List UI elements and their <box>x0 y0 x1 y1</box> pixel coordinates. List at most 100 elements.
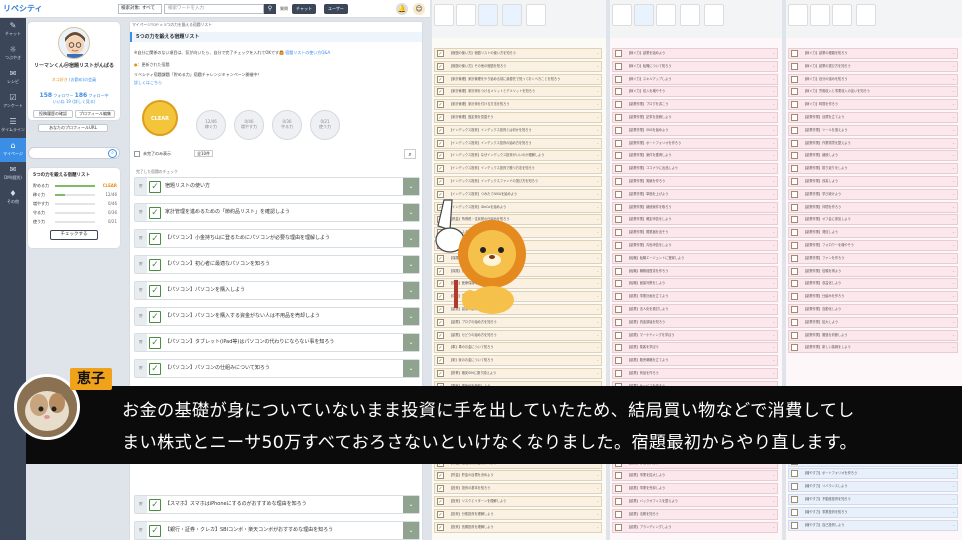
chevron-down-icon[interactable]: ⌄ <box>772 151 775 160</box>
chevron-down-icon[interactable]: ⌄ <box>772 369 775 378</box>
chevron-down-icon[interactable]: ⌄ <box>772 177 775 186</box>
homework-item[interactable]: 【転職】転職エージェントに登録しよう ⌄ <box>612 252 778 264</box>
item-checkbox[interactable] <box>615 152 622 160</box>
side-search-input[interactable]: ⌕ <box>28 147 120 159</box>
chevron-down-icon[interactable]: ⌄ <box>772 87 775 96</box>
chevron-down-icon[interactable]: ⌄ <box>952 49 955 58</box>
chevron-down-icon[interactable]: ⌄ <box>952 228 955 237</box>
chevron-down-icon[interactable]: ⌄ <box>952 508 955 517</box>
chevron-down-icon[interactable]: ⌄ <box>772 228 775 237</box>
homework-item[interactable]: ✓ 【インデックス投資】インデックス投資とは何かを知ろう ⌄ <box>434 124 602 136</box>
item-checkbox[interactable]: ✓ <box>437 472 444 480</box>
item-checkbox[interactable] <box>615 165 622 173</box>
chevron-down-icon[interactable]: ⌄ <box>772 267 775 276</box>
item-checkbox[interactable]: ✓ <box>437 126 444 134</box>
chevron-down-icon[interactable]: ⌄ <box>596 369 599 378</box>
item-checkbox[interactable] <box>615 114 622 121</box>
chevron-down-icon[interactable]: ⌄ <box>952 215 955 224</box>
homework-item[interactable]: 【起業】事業計画を立てよう ⌄ <box>612 291 778 303</box>
homework-title[interactable]: 【パソコン】パソコンの仕組みについて知ろう <box>165 360 270 377</box>
homework-row[interactable]: 貯 ✓ 【パソコン】パソコンを購入する資金がない人は不用品を売却しよう ⌄ <box>134 307 420 326</box>
homework-row[interactable]: 貯 ✓ 【パソコン】初心者に最適なパソコンを知ろう ⌄ <box>134 255 420 274</box>
chevron-down-icon[interactable]: ⌄ <box>772 254 775 263</box>
chevron-down-icon[interactable]: ⌄ <box>772 203 775 212</box>
chevron-down-icon[interactable]: ⌄ <box>596 241 599 250</box>
chevron-down-icon[interactable]: ⌄ <box>952 495 955 504</box>
item-checkbox[interactable] <box>615 101 622 109</box>
likes-detail-link[interactable]: (詳しく見る) <box>72 99 95 104</box>
expand-chevron-icon[interactable]: ⌄ <box>403 230 419 247</box>
homework-title[interactable]: 【銀行・証券・クレカ】SBIコンボ・楽天コンボがおすすめな理由を知ろう <box>165 522 333 539</box>
progress-badge[interactable]: 0/36 守る力 <box>272 110 302 140</box>
item-checkbox[interactable] <box>791 483 798 491</box>
item-checkbox[interactable] <box>791 293 798 301</box>
homework-item[interactable]: 【起業】集客を学ぼう ⌄ <box>612 342 778 354</box>
chevron-down-icon[interactable]: ⌄ <box>596 523 599 532</box>
chevron-down-icon[interactable]: ⌄ <box>772 510 775 519</box>
homework-item[interactable]: 【副業作業】収益化しよう ⌄ <box>788 278 958 290</box>
item-checkbox[interactable] <box>791 114 798 121</box>
homework-item[interactable]: 【副業作業】改善しよう ⌄ <box>788 176 958 187</box>
search-icon[interactable]: ⌕ <box>108 149 117 158</box>
homework-item[interactable]: 【稼ぐ力】転職について知ろう ⌄ <box>612 60 778 72</box>
chevron-down-icon[interactable]: ⌄ <box>952 469 955 478</box>
item-checkbox[interactable] <box>791 75 798 83</box>
homework-item[interactable]: 【副業作業】実績を作ろう ⌄ <box>612 176 778 187</box>
homework-row[interactable]: 貯 ✓ 【パソコン】パソコンの仕組みについて知ろう ⌄ <box>134 359 420 378</box>
homework-item[interactable]: 【副業作業】ココナラに出品しよう ⌄ <box>612 163 778 175</box>
item-checkbox[interactable] <box>615 306 622 313</box>
chevron-down-icon[interactable]: ⌄ <box>596 343 599 352</box>
homework-item[interactable]: 【副業作業】作業環境を整えよう ⌄ <box>788 137 958 149</box>
item-checkbox[interactable]: ✓ <box>437 101 444 109</box>
chevron-down-icon[interactable]: ⌄ <box>772 241 775 250</box>
homework-row[interactable]: 貯 ✓ 家計管理を進めるための「節約品リスト」を確認しよう ⌄ <box>134 203 420 222</box>
chevron-down-icon[interactable]: ⌄ <box>772 331 775 340</box>
item-checkbox[interactable]: ✓ <box>437 50 444 57</box>
rail-item-1[interactable]: ☼ つぶやき <box>0 42 26 66</box>
rail-item-4[interactable]: ☰ タイムライン <box>0 114 26 138</box>
chevron-down-icon[interactable]: ⌄ <box>596 75 599 84</box>
item-checkbox[interactable] <box>791 88 798 96</box>
homework-item[interactable]: 【稼ぐ力】収入を増やそう ⌄ <box>612 86 778 98</box>
item-checkbox[interactable] <box>791 190 798 198</box>
homework-item[interactable]: ✓ 【家】家のお金について知ろう ⌄ <box>434 355 602 367</box>
homework-item[interactable]: ✓ 【インデックス投資】インデックス投資で勝つ方法を知ろう ⌄ <box>434 163 602 175</box>
chevron-down-icon[interactable]: ⌄ <box>596 510 599 519</box>
item-checkbox[interactable] <box>791 470 798 478</box>
item-checkbox[interactable] <box>615 190 622 198</box>
chevron-down-icon[interactable]: ⌄ <box>772 523 775 532</box>
homework-row[interactable]: 貯 ✓ 【パソコン】タブレット(iPad等)はパソコンの代わりにならない事を知ろう ⌄ <box>134 333 420 352</box>
chevron-down-icon[interactable]: ⌄ <box>952 521 955 530</box>
chevron-down-icon[interactable]: ⌄ <box>952 318 955 327</box>
completed-checkbox[interactable]: ✓ <box>149 181 161 193</box>
homework-row[interactable]: 貯 ✓ 宿題リストの使い方 ⌄ <box>134 177 420 196</box>
chevron-down-icon[interactable]: ⌄ <box>596 139 599 148</box>
rail-item-6[interactable]: ✉ DM(個別) <box>0 162 26 186</box>
expand-chevron-icon[interactable]: ⌄ <box>403 522 419 539</box>
chevron-down-icon[interactable]: ⌄ <box>952 126 955 135</box>
chevron-down-icon[interactable]: ⌄ <box>952 177 955 186</box>
expand-chevron-icon[interactable]: ⌄ <box>403 496 419 513</box>
homework-item[interactable]: 【起業】商品を作ろう ⌄ <box>612 368 778 379</box>
expand-chevron-icon[interactable]: ⌄ <box>403 334 419 351</box>
following-count[interactable]: 186 <box>75 92 88 99</box>
item-checkbox[interactable] <box>791 267 798 275</box>
item-checkbox[interactable] <box>615 242 622 249</box>
expand-chevron-icon[interactable]: ⌄ <box>403 308 419 325</box>
profile-url-button[interactable]: あなたのプロフィールURL <box>38 124 108 132</box>
homework-item[interactable]: 【増やす力】リバランスしよう ⌄ <box>788 481 958 493</box>
homework-item[interactable]: 【副業作業】仕組みを作ろう ⌄ <box>788 291 958 303</box>
item-checkbox[interactable] <box>615 203 622 211</box>
chevron-down-icon[interactable]: ⌄ <box>596 126 599 135</box>
chevron-down-icon[interactable]: ⌄ <box>596 228 599 237</box>
item-checkbox[interactable] <box>615 472 622 480</box>
check-button[interactable]: チェックする <box>50 230 98 240</box>
chevron-down-icon[interactable]: ⌄ <box>772 100 775 109</box>
homework-item[interactable]: 【稼ぐ力】副業を始めよう ⌄ <box>612 48 778 59</box>
item-checkbox[interactable] <box>791 254 798 262</box>
homework-row[interactable]: 貯 ✓ 【パソコン】パソコンを購入しよう ⌄ <box>134 281 420 300</box>
chevron-down-icon[interactable]: ⌄ <box>596 318 599 327</box>
qa-link[interactable]: 宿題リストの使い方Q&A <box>285 50 330 55</box>
item-checkbox[interactable]: ✓ <box>437 88 444 96</box>
homework-title[interactable]: 家計管理を進めるための「節約品リスト」を確認しよう <box>165 204 290 221</box>
